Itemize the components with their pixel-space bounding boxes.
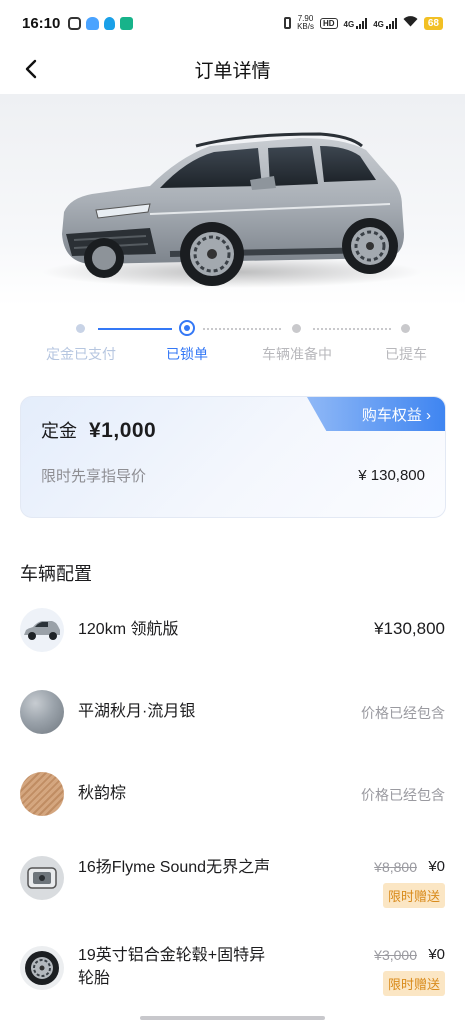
guide-price-value: ¥ 130,800 <box>358 467 425 484</box>
sim2-network-type: 4G <box>373 19 384 29</box>
list-item: 16扬Flyme Sound无界之声 ¥8,800 ¥0 限时赠送 <box>0 854 465 914</box>
signal-bars-icon <box>385 17 397 29</box>
config-item-name: 平湖秋月·流月银 <box>78 703 196 720</box>
step-line-2 <box>203 328 281 330</box>
net-speed: 7.90 KB/s <box>297 15 314 31</box>
chevron-left-icon <box>25 59 37 79</box>
list-item: 平湖秋月·流月银 价格已经包含 <box>0 690 465 750</box>
config-item-price: ¥0 <box>428 946 445 963</box>
camera-app-icon <box>68 16 82 30</box>
config-item-name: 秋韵棕 <box>78 785 127 802</box>
purchase-benefits-button[interactable]: 购车权益 › <box>307 397 445 431</box>
hd-badge: HD <box>319 17 338 29</box>
config-item-original-price: ¥3,000 <box>374 947 417 963</box>
config-item-price-note: 价格已经包含 <box>361 705 445 721</box>
deposit-label: 定金 <box>41 421 77 441</box>
sim1-signal: 4G <box>343 17 368 29</box>
step-label-locked: 已锁单 <box>166 346 208 362</box>
step-label-preparing: 车辆准备中 <box>262 346 332 362</box>
qq-app-icon <box>104 16 116 30</box>
config-item-name: 19英寸铝合金轮毂+固特异轮胎 <box>78 947 266 987</box>
gift-badge: 限时赠送 <box>382 971 445 996</box>
home-indicator[interactable] <box>140 1016 325 1020</box>
gift-badge: 限时赠送 <box>382 883 445 908</box>
notification-icons <box>68 16 134 30</box>
deposit-amount: ¥1,000 <box>89 419 157 442</box>
sim1-network-type: 4G <box>343 19 355 29</box>
car-image <box>42 132 422 288</box>
step-line-3 <box>313 328 391 330</box>
step-dot-4 <box>401 324 410 333</box>
tool-app-icon <box>120 16 134 30</box>
page-title: 订单详情 <box>194 60 271 82</box>
order-progress: 定金已支付 已锁单 车辆准备中 已提车 <box>0 318 465 368</box>
deposit-row: 定金 ¥1,000 <box>41 417 156 443</box>
page-header: 订单详情 <box>0 46 465 92</box>
config-item-name: 16扬Flyme Sound无界之声 <box>78 859 271 876</box>
net-speed-unit: KB/s <box>297 22 314 31</box>
sim2-signal: 4G <box>373 17 397 29</box>
car-hero-image <box>0 94 465 306</box>
deposit-card: 购车权益 › 定金 ¥1,000 限时先享指导价 ¥ 130,800 <box>20 396 446 518</box>
status-bar: 16:10 7.90 KB/s HD 4G 4G 68 <box>0 0 465 46</box>
guide-price-label: 限时先享指导价 <box>41 468 147 485</box>
battery-indicator: 68 <box>423 16 443 30</box>
step-dot-3 <box>292 324 301 333</box>
step-label-delivered: 已提车 <box>385 346 427 362</box>
brown-color-swatch <box>20 772 64 816</box>
config-item-price: ¥0 <box>428 858 445 875</box>
status-time: 16:10 <box>22 14 61 32</box>
wheel-thumbnail <box>20 946 64 990</box>
config-item-original-price: ¥8,800 <box>374 859 417 875</box>
step-dot-1 <box>76 324 85 333</box>
sound-system-thumbnail <box>20 856 64 900</box>
wifi-icon <box>403 16 418 30</box>
silver-color-swatch <box>20 690 64 734</box>
list-item: 秋韵棕 价格已经包含 <box>0 772 465 832</box>
config-section-title: 车辆配置 <box>20 564 92 584</box>
vibrate-icon <box>284 17 292 29</box>
config-item-price: ¥130,800 <box>374 619 445 638</box>
back-button[interactable] <box>16 54 46 84</box>
step-label-deposit-paid: 定金已支付 <box>46 346 116 362</box>
list-item: 19英寸铝合金轮毂+固特异轮胎 ¥3,000 ¥0 限时赠送 <box>0 944 465 1004</box>
signal-bars-icon <box>356 17 368 29</box>
status-right: 7.90 KB/s HD 4G 4G 68 <box>284 15 443 31</box>
cloud-app-icon <box>86 16 100 30</box>
config-item-name: 120km 领航版 <box>78 621 179 638</box>
step-line-1 <box>98 328 172 330</box>
config-item-price-note: 价格已经包含 <box>361 787 445 803</box>
trim-thumbnail <box>20 608 64 652</box>
list-item: 120km 领航版 ¥130,800 <box>0 608 465 668</box>
step-dot-2 <box>179 320 195 336</box>
